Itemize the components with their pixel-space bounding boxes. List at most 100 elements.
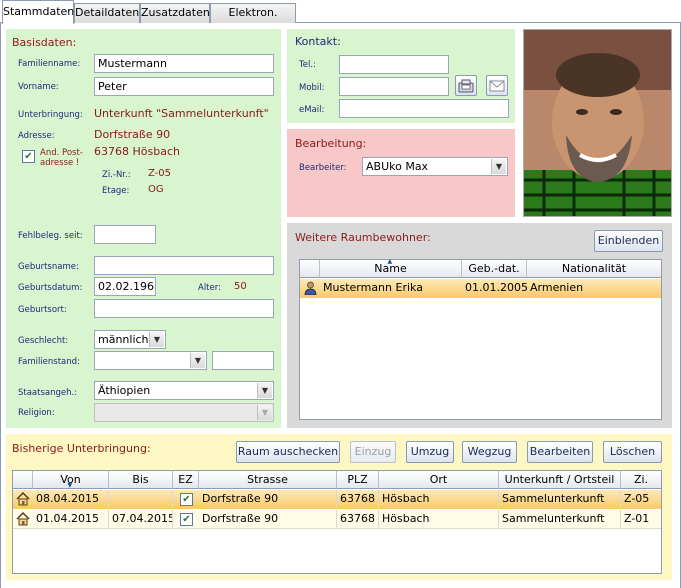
sort-desc-icon: ▼ xyxy=(67,482,73,489)
chevron-down-icon: ▼ xyxy=(257,405,272,420)
row-ort: Hösbach xyxy=(379,490,499,508)
row-ort: Hösbach xyxy=(379,510,499,528)
house-icon xyxy=(16,492,30,506)
geburtsdatum-field[interactable]: 02.02.1965 xyxy=(94,277,156,296)
familienstand-extra-field[interactable] xyxy=(212,351,274,370)
bisherige-title: Bisherige Unterbringung: xyxy=(12,442,151,455)
row-von: 01.04.2015 xyxy=(33,510,109,528)
mobil-field[interactable] xyxy=(339,77,449,96)
table-row[interactable]: 01.04.2015 07.04.2015 ✔ Dorfstraße 90 63… xyxy=(13,510,661,529)
raumbewohner-grid: ▲ Name Geb.-dat. Nationalität Mustermann … xyxy=(299,259,662,420)
row-plz: 63768 xyxy=(337,510,379,528)
familienname-label: Familienname: xyxy=(18,59,81,69)
tel-field[interactable] xyxy=(339,55,449,74)
person-icon xyxy=(304,281,317,295)
mail-button[interactable] xyxy=(486,75,508,96)
basisdaten-title: Basisdaten: xyxy=(12,36,77,49)
row-zi: Z-01 xyxy=(624,512,650,525)
umzug-button[interactable]: Umzug xyxy=(406,441,454,463)
geburtsname-field[interactable] xyxy=(94,256,274,275)
tab-elektron-archiv[interactable]: Elektron. Archiv xyxy=(210,3,296,37)
row-strasse: Dorfstraße 90 xyxy=(199,510,337,528)
phone-icon xyxy=(458,79,474,93)
alter-value: 50 xyxy=(234,281,247,292)
grid-header-strasse[interactable]: Strasse xyxy=(199,471,337,489)
bearbeiter-value: ABUko Max xyxy=(366,160,429,173)
row-strasse: Dorfstraße 90 xyxy=(199,490,337,508)
familienstand-label: Familienstand: xyxy=(18,357,80,367)
grid-header-von[interactable]: ▼ Von xyxy=(33,471,109,489)
phone-button[interactable] xyxy=(455,75,477,96)
email-field[interactable] xyxy=(339,99,509,118)
raum-auschecken-button[interactable]: Raum auschecken xyxy=(236,441,340,463)
etage-label: Etage: xyxy=(102,186,130,196)
loeschen-button[interactable]: Löschen xyxy=(603,441,662,463)
grid-header-gebdat[interactable]: Geb.-dat. xyxy=(462,260,527,278)
chevron-down-icon[interactable]: ▼ xyxy=(257,383,272,398)
religion-label: Religion: xyxy=(18,408,55,418)
chevron-down-icon[interactable]: ▼ xyxy=(149,332,164,347)
row-name: Mustermann Erika xyxy=(323,281,423,294)
row-bis xyxy=(109,490,173,508)
portrait-image xyxy=(524,30,671,216)
geburtsort-field[interactable] xyxy=(94,299,274,318)
adresse-ort: 63768 Hösbach xyxy=(94,145,180,158)
unterbringung-label: Unterbringung: xyxy=(18,110,83,120)
mobil-label: Mobil: xyxy=(299,83,325,93)
geburtsname-label: Geburtsname: xyxy=(18,262,79,272)
fehlbeleg-field[interactable] xyxy=(94,225,156,244)
einzug-button: Einzug xyxy=(350,441,396,463)
grid-header-bis[interactable]: Bis xyxy=(109,471,173,489)
grid-header-name[interactable]: ▲ Name xyxy=(320,258,462,278)
geschlecht-value: männlich xyxy=(98,333,149,346)
staatsangeh-select[interactable]: Äthiopien ▼ xyxy=(94,381,274,400)
table-row[interactable]: Mustermann Erika 01.01.2005 Armenien xyxy=(300,279,661,298)
bearbeiten-button[interactable]: Bearbeiten xyxy=(527,441,593,463)
unterbringung-value: Unterkunft "Sammelunterkunft" xyxy=(94,107,269,120)
familienname-field[interactable]: Mustermann xyxy=(94,54,274,73)
vorname-field[interactable]: Peter xyxy=(94,77,274,96)
grid-header-icon xyxy=(13,471,33,489)
geburtsdatum-label: Geburtsdatum: xyxy=(18,283,83,293)
tab-zusatzdaten[interactable]: Zusatzdaten xyxy=(140,3,210,23)
kontakt-title: Kontakt: xyxy=(295,35,341,48)
grid-header-ort[interactable]: Ort xyxy=(379,471,499,489)
grid-header-unterkunft[interactable]: Unterkunft / Ortsteil xyxy=(499,471,621,489)
and-postadresse-label-2: adresse ! xyxy=(40,158,80,168)
table-row[interactable]: 08.04.2015 ✔ Dorfstraße 90 63768 Hösbach… xyxy=(13,490,661,509)
row-bis: 07.04.2015 xyxy=(109,510,173,528)
grid-header-nationalitaet[interactable]: Nationalität xyxy=(527,260,661,278)
row-zi: Z-05 xyxy=(624,492,650,505)
and-postadresse-checkbox[interactable]: ✔ xyxy=(22,150,35,163)
zinr-value: Z-05 xyxy=(148,168,172,179)
grid-header-plz[interactable]: PLZ xyxy=(337,471,379,489)
einblenden-button[interactable]: Einblenden xyxy=(594,230,663,252)
row-nationalitaet: Armenien xyxy=(530,281,584,294)
sort-asc-icon: ▲ xyxy=(387,258,393,265)
grid-header-zi[interactable]: Zi. xyxy=(621,471,661,489)
familienstand-select[interactable]: ▼ xyxy=(94,351,207,370)
tab-stammdaten[interactable]: Stammdaten xyxy=(2,0,74,24)
geschlecht-label: Geschlecht: xyxy=(18,336,69,346)
chevron-down-icon[interactable]: ▼ xyxy=(190,353,205,368)
row-ez-checkbox[interactable]: ✔ xyxy=(180,493,193,506)
tab-detaildaten[interactable]: Detaildaten xyxy=(74,3,140,23)
bearbeiter-select[interactable]: ABUko Max ▼ xyxy=(362,157,508,176)
raumbewohner-panel: Weitere Raumbewohner: Einblenden ▲ Name G… xyxy=(287,223,672,428)
geschlecht-select[interactable]: männlich ▼ xyxy=(94,330,166,349)
row-gebdat: 01.01.2005 xyxy=(465,281,527,294)
wegzug-button[interactable]: Wegzug xyxy=(462,441,517,463)
etage-value: OG xyxy=(148,184,164,195)
raumbewohner-title: Weitere Raumbewohner: xyxy=(295,231,431,244)
grid-header-ez[interactable]: EZ xyxy=(173,471,199,489)
row-unterkunft: Sammelunterkunft xyxy=(499,490,621,508)
bearbeitung-title: Bearbeitung: xyxy=(295,137,367,150)
bearbeiter-label: Bearbeiter: xyxy=(299,163,347,173)
email-label: eMail: xyxy=(299,105,325,115)
fehlbeleg-label: Fehlbeleg. seit: xyxy=(18,231,83,241)
tab-bar: Stammdaten Detaildaten Zusatzdaten Elekt… xyxy=(0,0,681,37)
staatsangeh-label: Staatsangeh.: xyxy=(18,388,78,398)
chevron-down-icon[interactable]: ▼ xyxy=(491,159,506,174)
row-ez-checkbox[interactable]: ✔ xyxy=(180,513,193,526)
bisherige-unterbringung-panel: Bisherige Unterbringung: Raum auschecken… xyxy=(6,434,672,580)
